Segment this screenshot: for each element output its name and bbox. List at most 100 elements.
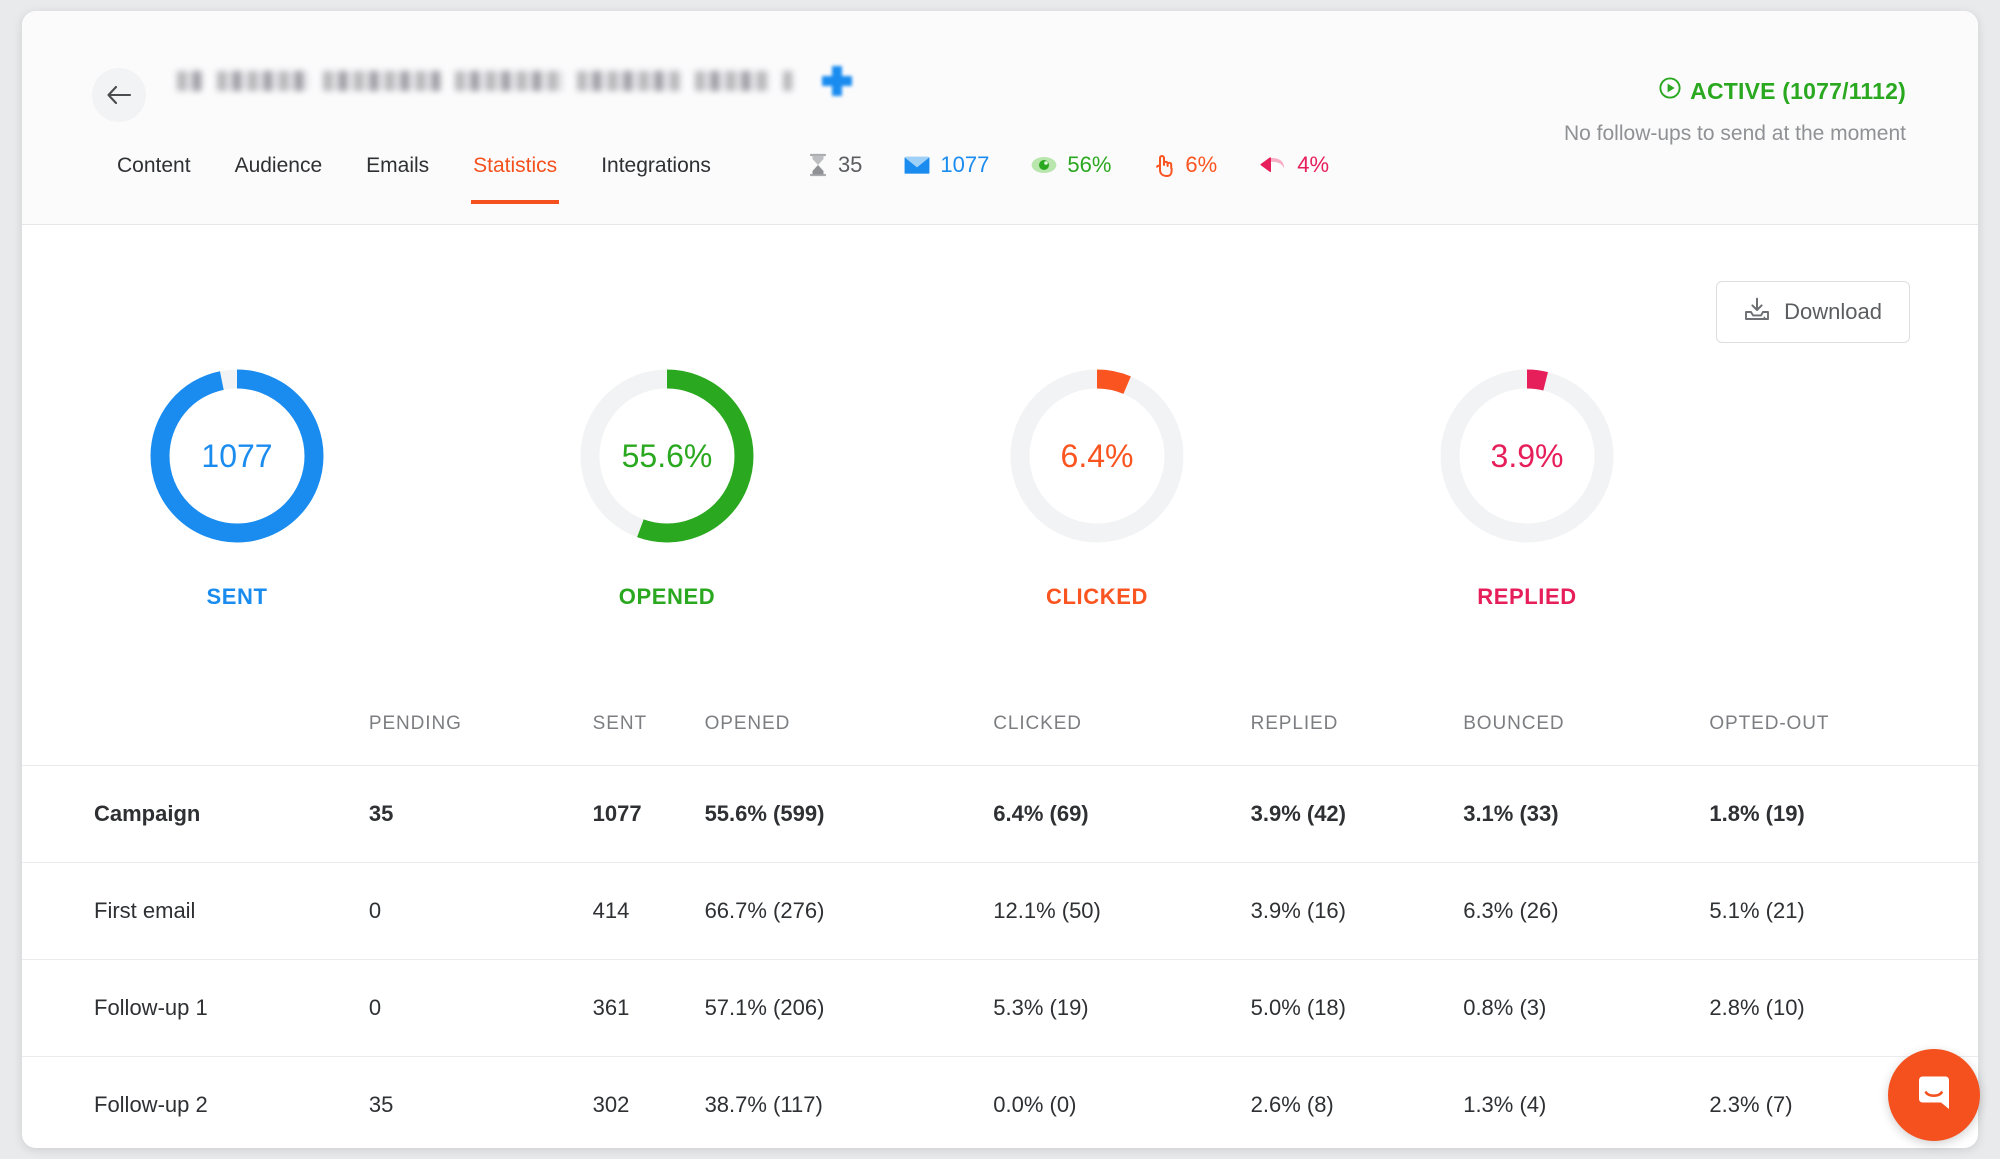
donut-opened-ring: 55.6%: [576, 365, 758, 547]
th-opted-out: OPTED-OUT: [1709, 713, 1830, 734]
table-row[interactable]: Follow-up 2 35 302 38.7% (117) 0.0% (0) …: [22, 1056, 1978, 1148]
statistics-panel: Download 1077 SENT 55.6% OPENED 6.4% CLI…: [22, 225, 1978, 1148]
row-pending: 35: [368, 765, 593, 863]
row-clicked: 6.4% (69): [993, 765, 1251, 863]
status-badge: ACTIVE (1077/1112): [1564, 77, 1906, 105]
row-sent[interactable]: 414: [592, 862, 705, 960]
quick-stat-replied-value: 4%: [1297, 152, 1330, 177]
donut-clicked-label: CLICKED: [1046, 584, 1148, 609]
row-name: Follow-up 2: [22, 1056, 369, 1148]
page-header: ACTIVE (1077/1112) No follow-ups to send…: [22, 11, 1978, 225]
redacted-text-block: [217, 71, 309, 91]
table-header-row: PENDING SENT OPENED CLICKED REPLIED BOUN…: [22, 695, 1978, 766]
table-row[interactable]: First email 0 414 66.7% (276) 12.1% (50)…: [22, 862, 1978, 960]
donut-clicked-ring: 6.4%: [1006, 365, 1188, 547]
row-name: Campaign: [22, 765, 369, 863]
arrow-left-icon: [106, 85, 132, 105]
row-opened: 38.7% (117): [704, 1056, 994, 1148]
redacted-text-block: [177, 71, 203, 91]
hourglass-icon: [808, 153, 828, 177]
donut-replied-label: REPLIED: [1477, 584, 1577, 609]
redacted-text-block: [695, 71, 769, 91]
donut-clicked: 6.4% CLICKED: [882, 365, 1312, 610]
plus-badge-icon: [821, 65, 853, 97]
donut-opened: 55.6% OPENED: [452, 365, 882, 610]
tab-bar: Content Audience Emails Statistics Integ…: [22, 146, 1978, 224]
redacted-text-block: [323, 71, 441, 91]
row-opened: 57.1% (206): [704, 959, 994, 1057]
quick-stat-pending-value: 35: [837, 152, 863, 177]
row-sent[interactable]: 302: [592, 1056, 705, 1148]
donut-replied: 3.9% REPLIED: [1312, 365, 1742, 610]
quick-stat-opened: 56%: [1031, 152, 1111, 178]
tab-integrations[interactable]: Integrations: [601, 146, 711, 204]
quick-stat-opened-value: 56%: [1067, 152, 1112, 177]
back-button[interactable]: [92, 68, 146, 122]
th-replied: REPLIED: [1250, 713, 1339, 734]
row-sent[interactable]: 1077: [592, 765, 705, 863]
row-replied: 5.0% (18): [1250, 959, 1464, 1057]
play-circle-icon: [1659, 77, 1681, 105]
download-label: Download: [1784, 299, 1882, 324]
chat-launcher-button[interactable]: [1888, 1049, 1980, 1141]
th-pending: PENDING: [368, 713, 462, 734]
row-replied: 2.6% (8): [1250, 1056, 1464, 1148]
quick-stats: 35 1077 56% 6% 4%: [808, 146, 1361, 178]
row-name: Follow-up 1: [22, 959, 369, 1057]
donut-replied-ring: 3.9%: [1436, 365, 1618, 547]
tab-audience[interactable]: Audience: [235, 146, 323, 204]
redacted-text-block: [783, 71, 793, 91]
pointing-hand-icon: [1153, 153, 1175, 177]
table-row[interactable]: Campaign 35 1077 55.6% (599) 6.4% (69) 3…: [22, 765, 1978, 863]
donut-sent-label: SENT: [206, 584, 268, 609]
redacted-text-block: [577, 71, 681, 91]
tab-statistics[interactable]: Statistics: [471, 146, 560, 204]
quick-stat-clicked-value: 6%: [1185, 152, 1218, 177]
row-clicked: 5.3% (19): [993, 959, 1251, 1057]
donut-sent-value: 1077: [201, 437, 273, 474]
download-button[interactable]: Download: [1716, 281, 1910, 343]
row-name: First email: [22, 862, 369, 960]
quick-stat-pending: 35: [808, 152, 862, 178]
quick-stat-sent-value: 1077: [940, 152, 990, 177]
statistics-table: PENDING SENT OPENED CLICKED REPLIED BOUN…: [22, 695, 1978, 1148]
quick-stat-clicked: 6%: [1153, 152, 1217, 178]
row-opted-out: 5.1% (21): [1709, 862, 1978, 960]
row-bounced: 3.1% (33): [1463, 765, 1710, 863]
campaign-status: ACTIVE (1077/1112) No follow-ups to send…: [1564, 77, 1906, 146]
row-clicked: 12.1% (50): [993, 862, 1251, 960]
eye-icon: [1031, 156, 1057, 174]
row-replied: 3.9% (16): [1250, 862, 1464, 960]
th-sent: SENT: [592, 713, 647, 734]
row-pending: 0: [368, 959, 593, 1057]
tab-emails[interactable]: Emails: [366, 146, 429, 204]
status-label: ACTIVE (1077/1112): [1690, 77, 1906, 104]
reply-arrow-icon: [1259, 155, 1287, 175]
row-clicked: 0.0% (0): [993, 1056, 1251, 1148]
row-bounced: 0.8% (3): [1463, 959, 1710, 1057]
app-window: ACTIVE (1077/1112) No follow-ups to send…: [22, 11, 1978, 1148]
row-pending: 0: [368, 862, 593, 960]
table-row[interactable]: Follow-up 1 0 361 57.1% (206) 5.3% (19) …: [22, 959, 1978, 1057]
donut-chart-row: 1077 SENT 55.6% OPENED 6.4% CLICKED 3.9%…: [22, 365, 1742, 610]
row-opened: 55.6% (599): [704, 765, 994, 863]
quick-stat-replied: 4%: [1259, 152, 1329, 178]
donut-opened-value: 55.6%: [621, 437, 713, 474]
donut-opened-label: OPENED: [618, 584, 716, 609]
tab-content[interactable]: Content: [117, 146, 191, 204]
th-bounced: BOUNCED: [1463, 713, 1565, 734]
row-sent[interactable]: 361: [592, 959, 705, 1057]
download-tray-icon: [1744, 297, 1770, 327]
row-bounced: 1.3% (4): [1463, 1056, 1710, 1148]
row-opted-out: 1.8% (19): [1709, 765, 1978, 863]
donut-sent-ring: 1077: [146, 365, 328, 547]
chat-bubble-icon: [1911, 1070, 1957, 1121]
envelope-icon: [904, 155, 930, 175]
donut-sent: 1077 SENT: [22, 365, 452, 610]
quick-stat-sent: 1077: [904, 152, 989, 178]
th-name: [22, 695, 369, 766]
row-bounced: 6.3% (26): [1463, 862, 1710, 960]
campaign-title-redacted[interactable]: [177, 66, 853, 96]
row-pending: 35: [368, 1056, 593, 1148]
th-clicked: CLICKED: [993, 713, 1082, 734]
